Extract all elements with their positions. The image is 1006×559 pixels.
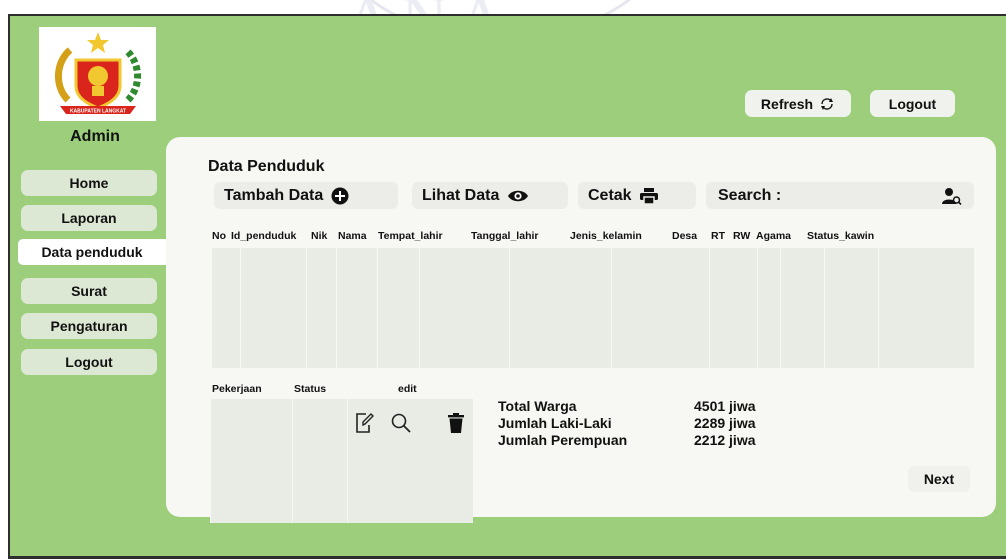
table-column-body [377, 248, 419, 368]
column-header: Agama [756, 230, 792, 242]
eye-icon [508, 190, 529, 201]
sidebar-title: Admin [70, 128, 120, 145]
sidebar-item-pengaturan[interactable]: Pengaturan [21, 313, 157, 339]
refresh-label: Refresh [760, 95, 814, 112]
column-header: No [212, 230, 226, 242]
logo-caption: KABUPATEN LANGKAT [69, 109, 125, 115]
print-label: Cetak [588, 186, 632, 204]
table-column-body [509, 248, 611, 368]
sidebar-item-data-penduduk[interactable]: Data penduduk [18, 239, 166, 265]
table-column-body [240, 248, 306, 368]
column-header: Tempat_lahir [378, 230, 443, 242]
sidebar-item-label: Home [69, 175, 109, 191]
plus-circle-icon [331, 187, 349, 204]
logout-button-top[interactable]: Logout [870, 90, 955, 117]
summary-value: 4501 jiwa [694, 398, 756, 414]
sidebar-item-label: Laporan [61, 210, 117, 226]
refresh-button[interactable]: Refresh [745, 90, 851, 117]
trash-icon[interactable] [446, 412, 468, 434]
column-header: Tanggal_lahir [471, 230, 539, 242]
column-header: Nik [311, 230, 328, 242]
column-header: Id_penduduk [231, 230, 297, 242]
edit-icon[interactable] [354, 412, 376, 434]
regency-emblem-icon: KABUPATEN LANGKAT [54, 32, 141, 115]
print-button[interactable]: Cetak [578, 182, 696, 209]
summary-value: 2212 jiwa [694, 432, 756, 448]
table-column-body [709, 248, 757, 368]
summary-label: Jumlah Perempuan [498, 432, 628, 448]
printer-icon [639, 187, 658, 204]
sidebar-item-label: Logout [65, 354, 113, 370]
column-header: Status_kawin [807, 230, 875, 242]
column-header: RT [711, 230, 725, 242]
user-search-icon [942, 187, 962, 205]
search-label: Search : [718, 186, 782, 204]
table-column-body [611, 248, 709, 368]
column-header: Pekerjaan [212, 383, 262, 395]
next-button[interactable]: Next [908, 466, 970, 492]
column-header: Status [294, 383, 327, 395]
table-column-body [292, 399, 347, 523]
table-column-body [210, 399, 292, 523]
search-field[interactable]: Search : [706, 182, 974, 209]
logout-top-label: Logout [888, 95, 937, 112]
table-column-body [757, 248, 780, 368]
view-data-label: Lihat Data [422, 186, 500, 204]
table-column-body [336, 248, 377, 368]
logo: KABUPATEN LANGKAT [39, 27, 156, 121]
sidebar-item-logout[interactable]: Logout [21, 349, 157, 375]
add-data-button[interactable]: Tambah Data [214, 182, 398, 209]
summary-value: 2289 jiwa [694, 415, 756, 431]
column-header: Desa [672, 230, 698, 242]
column-header: RW [733, 230, 751, 242]
refresh-icon [821, 97, 834, 110]
summary-label: Jumlah Laki-Laki [498, 415, 612, 431]
sidebar-item-surat[interactable]: Surat [21, 278, 157, 304]
view-data-button[interactable]: Lihat Data [412, 182, 568, 209]
table-column-body [824, 248, 878, 368]
table-column-body [878, 248, 974, 368]
next-label: Next [923, 471, 955, 487]
sidebar-item-label: Data penduduk [41, 244, 143, 260]
column-header: Nama [338, 230, 367, 242]
search-icon[interactable] [390, 412, 412, 434]
page-title: Data Penduduk [208, 158, 325, 175]
column-header: edit [398, 383, 417, 395]
table-column-body [211, 248, 240, 368]
table-column-body [780, 248, 824, 368]
sidebar-item-label: Pengaturan [50, 318, 128, 334]
sidebar-item-home[interactable]: Home [21, 170, 157, 196]
sidebar-item-label: Surat [71, 283, 107, 299]
sidebar-item-laporan[interactable]: Laporan [21, 205, 157, 231]
summary-label: Total Warga [498, 398, 577, 414]
table-column-body [306, 248, 336, 368]
add-data-label: Tambah Data [224, 186, 324, 204]
table-column-body [419, 248, 509, 368]
column-header: Jenis_kelamin [570, 230, 642, 242]
